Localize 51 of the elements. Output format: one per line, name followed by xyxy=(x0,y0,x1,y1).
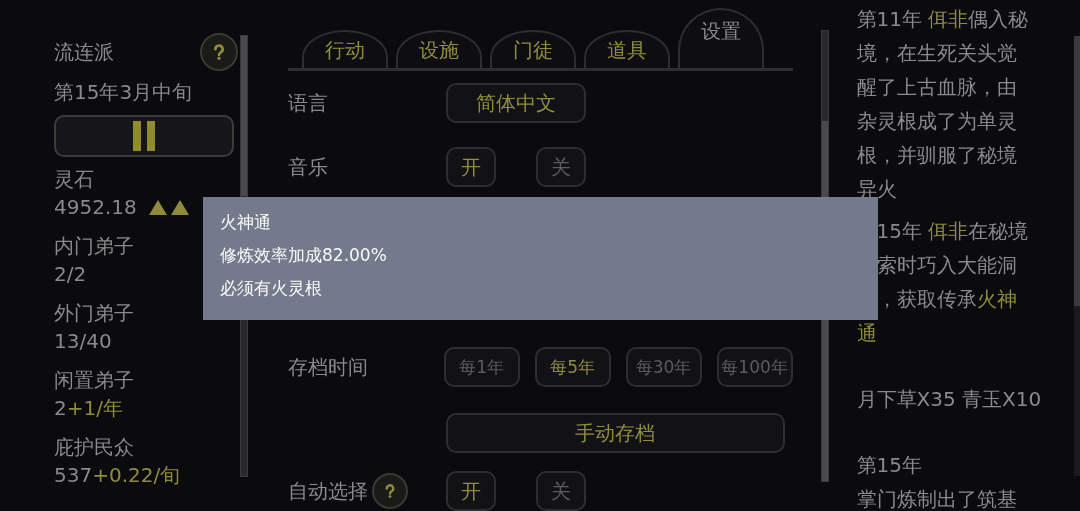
log-line: 杂灵根成了为单灵 xyxy=(856,108,1018,135)
stat-label: 庇护民众 xyxy=(54,435,134,459)
stat-label: 外门弟子 xyxy=(54,301,134,325)
tab[interactable]: 设施 xyxy=(395,30,482,68)
log-line: 境，在生死关头觉 xyxy=(856,40,1018,67)
option-button[interactable]: 关 xyxy=(535,147,586,187)
help-icon[interactable] xyxy=(371,473,408,509)
log-line: 月下草X35 青玉X10 xyxy=(856,386,1043,413)
log-line: 15年 佴非在秘境 xyxy=(875,218,1030,245)
setting-label: 语言 xyxy=(287,89,328,117)
log-line: 第15年 xyxy=(856,452,923,479)
stat-label: 内门弟子 xyxy=(54,234,134,258)
setting-label: 自动选择 xyxy=(287,477,368,505)
option-button[interactable]: 每5年 xyxy=(534,347,611,387)
pause-button[interactable] xyxy=(54,115,234,157)
option-button[interactable]: 每100年 xyxy=(716,347,793,387)
option-button[interactable]: 关 xyxy=(535,471,586,511)
setting-label: 音乐 xyxy=(287,153,328,181)
tooltip-text: 修炼效率加成82.00% xyxy=(220,244,388,267)
log-line: 第11年 佴非偶入秘 xyxy=(856,6,1030,33)
stat-value: 2+1/年 xyxy=(54,395,123,422)
log-line: 掌门炼制出了筑基 xyxy=(856,486,1018,511)
stat-label: 灵石 xyxy=(54,167,94,191)
tab[interactable]: 门徒 xyxy=(489,30,576,68)
tab[interactable]: 道具 xyxy=(583,30,670,68)
log-line: 醒了上古血脉，由 xyxy=(856,74,1018,101)
stat-value: 13/40 xyxy=(54,328,112,355)
setting-label: 存档时间 xyxy=(287,353,368,381)
language-dropdown[interactable]: 简体中文 xyxy=(445,83,586,123)
option-button[interactable]: 开 xyxy=(445,471,496,511)
stat-label: 闲置弟子 xyxy=(54,368,134,392)
game-date: 第15年3月中旬 xyxy=(54,79,194,106)
sect-name: 流连派 xyxy=(54,38,114,66)
tab[interactable]: 行动 xyxy=(301,30,388,68)
scrollbar[interactable] xyxy=(1074,36,1080,476)
option-button[interactable]: 开 xyxy=(445,147,496,187)
stat-value: 4952.18 xyxy=(54,194,137,221)
help-icon[interactable] xyxy=(199,33,238,71)
log-line: ，获取传承火神 xyxy=(875,286,1018,313)
pause-icon xyxy=(132,121,156,151)
save-button[interactable]: 手动存档 xyxy=(445,413,785,453)
stat-value: 537+0.22/旬 xyxy=(54,462,181,489)
tooltip-text: 必须有火灵根 xyxy=(220,277,323,300)
option-button[interactable]: 每1年 xyxy=(443,347,520,387)
log-line: 索时巧入大能洞 xyxy=(875,252,1018,279)
stat-value: 2/2 xyxy=(54,261,87,288)
tooltip-title: 火神通 xyxy=(220,211,272,234)
tab[interactable]: 设置 xyxy=(677,8,764,68)
log-line: 根，并驯服了秘境 xyxy=(856,142,1018,169)
log-line: 通 xyxy=(856,320,878,347)
option-button[interactable]: 每30年 xyxy=(625,347,702,387)
